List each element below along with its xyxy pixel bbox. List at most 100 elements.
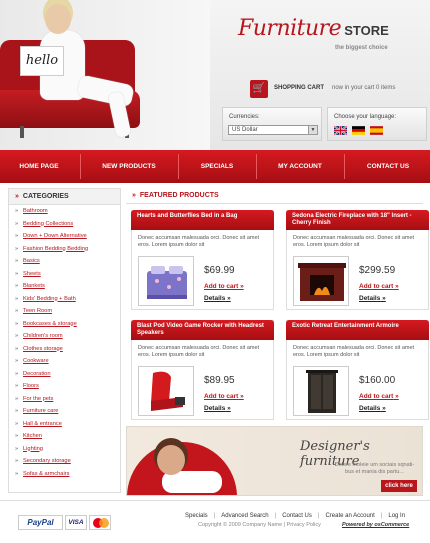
category-label[interactable]: Sheets	[23, 271, 41, 277]
product-image[interactable]	[138, 366, 194, 416]
details-link[interactable]: Details »	[204, 405, 231, 412]
add-to-cart-label[interactable]: Add to cart	[359, 283, 393, 290]
footer-link-create-account[interactable]: Create an Account	[325, 513, 374, 519]
category-label[interactable]: Hall & entrance	[23, 421, 62, 427]
category-link[interactable]: » Teen Room	[15, 308, 52, 320]
category-label[interactable]: Teen Room	[23, 308, 52, 314]
details-label[interactable]: Details	[359, 295, 380, 302]
category-label[interactable]: Secondary storage	[23, 458, 71, 464]
category-link[interactable]: » Sheets	[15, 271, 41, 283]
category-link[interactable]: » Blankets	[15, 283, 45, 295]
category-label[interactable]: Kitchen	[23, 433, 42, 439]
double-chevron-icon: »	[15, 445, 19, 452]
add-to-cart-label[interactable]: Add to cart	[204, 283, 238, 290]
shopping-cart[interactable]: 🛒 SHOPPING CART now in your cart 0 items	[250, 80, 430, 98]
category-link[interactable]: » Decoration	[15, 371, 51, 383]
details-link[interactable]: Details »	[359, 295, 386, 302]
footer-link-advanced-search[interactable]: Advanced Search	[221, 513, 268, 519]
details-label[interactable]: Details	[359, 405, 380, 412]
category-link[interactable]: » Sofas & armchairs	[15, 471, 69, 483]
category-link[interactable]: » Furniture care	[15, 408, 58, 420]
footer-link-contact-us[interactable]: Contact Us	[282, 513, 312, 519]
nav-divider	[80, 154, 81, 179]
category-label[interactable]: Floors	[23, 383, 39, 389]
details-label[interactable]: Details	[204, 405, 225, 412]
cart-icon[interactable]: 🛒	[250, 80, 268, 98]
category-link[interactable]: » Down + Down Alternative	[15, 233, 87, 245]
category-label[interactable]: Bookcases & storage	[23, 321, 77, 327]
cart-info: now in your cart 0 items	[332, 85, 396, 91]
category-label[interactable]: Bathroom	[23, 208, 48, 214]
product-image[interactable]	[293, 366, 349, 416]
nav-specials[interactable]: SPECIALS	[180, 150, 254, 183]
category-label[interactable]: Blankets	[23, 283, 45, 289]
german-flag-icon[interactable]	[352, 126, 365, 135]
product-card: Blast Pod Video Game Rocker with Headres…	[131, 320, 274, 420]
add-to-cart-link[interactable]: Add to cart »	[204, 393, 244, 400]
details-label[interactable]: Details	[204, 295, 225, 302]
category-label[interactable]: Lighting	[23, 446, 43, 452]
product-description: Donec accumsan malesuada orci. Donec sit…	[293, 345, 415, 358]
add-to-cart-link[interactable]: Add to cart »	[204, 283, 244, 290]
product-image[interactable]	[138, 256, 194, 306]
categories-sidebar: » CATEGORIES » Bathroom » Bedding Collectio…	[8, 188, 121, 493]
category-label[interactable]: Sofas & armchairs	[23, 471, 69, 477]
category-link[interactable]: » Kitchen	[15, 433, 42, 445]
nav-home[interactable]: HOME PAGE	[0, 150, 78, 183]
category-link[interactable]: » Kids' Bedding + Bath	[15, 296, 76, 308]
product-title[interactable]: Exotic Retreat Entertainment Armoire	[286, 320, 429, 340]
category-label[interactable]: Cookware	[23, 358, 49, 364]
category-link[interactable]: » Floors	[15, 383, 39, 395]
category-link[interactable]: » Fashion Bedding Bedding	[15, 246, 88, 258]
product-title[interactable]: Hearts and Butterflies Bed in a Bag	[131, 210, 274, 230]
footer-separator: |	[317, 513, 320, 519]
details-link[interactable]: Details »	[204, 295, 231, 302]
product-title[interactable]: Sedona Electric Fireplace with 18" Inser…	[286, 210, 429, 230]
spanish-flag-icon[interactable]	[370, 126, 383, 135]
add-to-cart-link[interactable]: Add to cart »	[359, 283, 399, 290]
category-label[interactable]: Down + Down Alternative	[23, 233, 87, 239]
category-link[interactable]: » Clothes storage	[15, 346, 63, 358]
category-link[interactable]: » Hall & entrance	[15, 421, 62, 433]
category-link[interactable]: » Lighting	[15, 446, 43, 458]
double-chevron-icon: »	[15, 433, 19, 439]
nav-new-products[interactable]: NEW PRODUCTS	[82, 150, 176, 183]
add-to-cart-link[interactable]: Add to cart »	[359, 393, 399, 400]
details-link[interactable]: Details »	[359, 405, 386, 412]
double-chevron-icon: »	[15, 345, 19, 352]
category-label[interactable]: Children's room	[23, 333, 63, 339]
powered-by-link[interactable]: Powered by osCommerce	[342, 522, 409, 528]
category-link[interactable]: » Secondary storage	[15, 458, 71, 470]
category-label[interactable]: Clothes storage	[23, 346, 63, 352]
designer-banner[interactable]: Designer's furniture Dolore moleie um so…	[126, 426, 423, 496]
store-logo[interactable]: Furniture STORE	[238, 16, 418, 56]
footer-link-log-in[interactable]: Log In	[388, 513, 405, 519]
currency-select[interactable]: US Dollar ▼	[228, 125, 318, 135]
footer-link-specials[interactable]: Specials	[185, 513, 208, 519]
chevron-down-icon[interactable]: ▼	[308, 126, 317, 134]
category-link[interactable]: » Bookcases & storage	[15, 321, 77, 333]
category-link[interactable]: » Bathroom	[15, 208, 48, 220]
double-chevron-icon: »	[15, 208, 19, 214]
nav-contact-us[interactable]: CONTACT US	[346, 150, 430, 183]
category-label[interactable]: Decoration	[23, 371, 51, 377]
category-link[interactable]: » For the pets	[15, 396, 53, 408]
cart-label[interactable]: SHOPPING CART	[274, 85, 324, 91]
english-flag-icon[interactable]	[334, 126, 347, 135]
click-here-button[interactable]: click here	[381, 480, 417, 492]
category-link[interactable]: » Basics	[15, 258, 40, 270]
category-link[interactable]: » Cookware	[15, 358, 49, 370]
category-label[interactable]: Basics	[23, 258, 40, 264]
add-to-cart-label[interactable]: Add to cart	[204, 393, 238, 400]
nav-my-account[interactable]: MY ACCOUNT	[258, 150, 342, 183]
category-label[interactable]: Fashion Bedding Bedding	[23, 246, 88, 252]
add-to-cart-label[interactable]: Add to cart	[359, 393, 393, 400]
product-title[interactable]: Blast Pod Video Game Rocker with Headres…	[131, 320, 274, 340]
product-image[interactable]	[293, 256, 349, 306]
category-label[interactable]: For the pets	[23, 396, 53, 402]
category-link[interactable]: » Bedding Collections	[15, 221, 73, 233]
category-label[interactable]: Bedding Collections	[23, 221, 73, 227]
category-label[interactable]: Kids' Bedding + Bath	[23, 296, 76, 302]
category-link[interactable]: » Children's room	[15, 333, 63, 345]
category-label[interactable]: Furniture care	[23, 408, 58, 414]
